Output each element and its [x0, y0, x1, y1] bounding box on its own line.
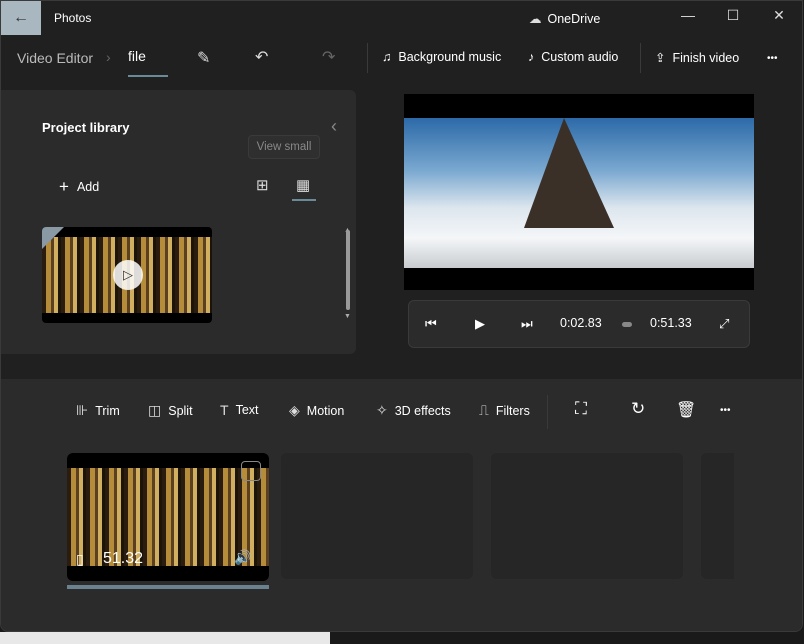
empty-clip-slot [701, 453, 734, 579]
add-label: Add [76, 180, 100, 194]
chevron-right-icon: › [106, 49, 111, 65]
photos-window: ← Photos ☁ OneDrive — ☐ ✕ Video Editor › … [0, 0, 803, 632]
undo-icon[interactable]: ↶ [255, 47, 268, 67]
clip-select-checkbox[interactable] [241, 461, 261, 481]
resize-icon[interactable]: ⛶ [575, 399, 587, 419]
scroll-down-arrow[interactable]: ▼ [344, 313, 351, 320]
view-small-grid-icon[interactable]: ▦ [296, 176, 310, 194]
finish-video-label: Finish video [672, 50, 740, 65]
background-music-button[interactable]: ♫ Background music [382, 50, 501, 64]
project-library-title: Project library [42, 120, 130, 135]
share-icon: ⇪ [655, 51, 666, 65]
filters-brush-icon: ⎍ [479, 402, 489, 418]
view-selected-indicator [292, 199, 316, 201]
collapse-panel-icon[interactable]: ‹ [331, 116, 337, 137]
divider [367, 43, 368, 73]
minimize-button[interactable]: — [665, 7, 711, 23]
onedrive-status[interactable]: ☁ OneDrive [529, 11, 601, 27]
pencil-icon[interactable]: ✎ [197, 48, 210, 68]
play-icon[interactable]: ▷ [113, 260, 143, 290]
more-tools-button[interactable]: ••• [720, 405, 731, 416]
add-button[interactable]: + Add [59, 177, 99, 197]
playback-controls: ⏮ ▶ ⏭ 0:02.83 0:51.33 ⤢ [408, 300, 750, 348]
play-button[interactable]: ▶ [475, 316, 485, 332]
preview-frame-image [404, 118, 754, 268]
breadcrumb-video-editor[interactable]: Video Editor [17, 50, 93, 66]
step-forward-icon[interactable]: ⏭ [521, 316, 533, 332]
command-bar: Video Editor › file ✎ ↶ ↷ ♫ Background mu… [1, 35, 802, 81]
library-clip-thumbnail[interactable]: ▷ [42, 227, 212, 323]
total-time: 0:51.33 [650, 316, 692, 330]
3d-effects-button[interactable]: ✧ 3D effects [376, 402, 451, 419]
motion-label: Motion [306, 403, 345, 418]
music-note-icon: ♫ [382, 50, 392, 64]
seek-slider[interactable] [622, 322, 632, 327]
filters-label: Filters [495, 403, 530, 418]
title-bar: ← Photos ☁ OneDrive — ☐ ✕ [1, 1, 802, 35]
empty-clip-slot [281, 453, 473, 579]
added-corner-marker [42, 227, 64, 249]
onedrive-label: OneDrive [547, 11, 601, 26]
person-audio-icon: ♪ [528, 50, 535, 64]
project-name[interactable]: file [128, 48, 146, 64]
project-library-panel: Project library ‹ View small + Add ⊞ ▦ ▷ … [1, 90, 356, 354]
desktop-background [0, 632, 330, 644]
divider [640, 43, 641, 73]
app-title: Photos [54, 11, 92, 25]
timeline-clip[interactable]: ▯ 51.32 🔊 [67, 453, 269, 581]
trim-label: Trim [95, 403, 120, 418]
3d-effects-icon: ✧ [376, 402, 388, 418]
storyboard-panel: ⊪ Trim ◫ Split T Text ◈ Motion ✧ 3D effects ⎍… [1, 379, 802, 631]
background-music-label: Background music [398, 50, 502, 64]
video-preview[interactable] [404, 94, 754, 290]
close-button[interactable]: ✕ [756, 7, 802, 24]
text-label: Text [235, 403, 259, 417]
cloud-icon: ☁ [529, 12, 542, 26]
more-options-button[interactable]: ••• [767, 53, 778, 64]
text-add-icon: T [220, 402, 229, 418]
split-icon: ◫ [148, 402, 162, 418]
motion-button[interactable]: ◈ Motion [289, 402, 344, 419]
3d-effects-label: 3D effects [394, 403, 451, 418]
clip-selected-indicator [67, 585, 269, 589]
fullscreen-icon[interactable]: ⤢ [719, 316, 729, 332]
divider [547, 395, 548, 429]
split-label: Split [168, 403, 193, 418]
maximize-button[interactable]: ☐ [710, 7, 756, 24]
clip-duration: 51.32 [103, 550, 144, 567]
current-time: 0:02.83 [560, 316, 602, 330]
finish-video-button[interactable]: ⇪ Finish video [655, 50, 740, 66]
step-back-icon[interactable]: ⏮ [425, 316, 437, 332]
view-large-grid-icon[interactable]: ⊞ [256, 176, 269, 194]
rotate-icon[interactable]: ↻ [631, 399, 645, 419]
volume-icon[interactable]: 🔊 [234, 549, 251, 566]
project-name-underline [128, 75, 168, 77]
delete-icon[interactable]: 🗑 [676, 400, 696, 420]
text-button[interactable]: T Text [220, 402, 259, 418]
split-button[interactable]: ◫ Split [148, 402, 193, 419]
custom-audio-button[interactable]: ♪ Custom audio [528, 50, 618, 64]
tooltip: View small [248, 135, 320, 159]
empty-clip-slot [491, 453, 683, 579]
redo-icon[interactable]: ↷ [322, 47, 335, 67]
filmstrip-icon: ▯ [76, 551, 84, 567]
motion-icon: ◈ [289, 402, 300, 418]
trim-icon: ⊪ [76, 402, 89, 418]
back-button[interactable]: ← [1, 1, 41, 35]
plus-icon: + [59, 177, 69, 196]
filters-button[interactable]: ⎍ Filters [479, 402, 530, 419]
trim-button[interactable]: ⊪ Trim [76, 402, 120, 419]
library-scrollbar[interactable] [346, 230, 350, 310]
custom-audio-label: Custom audio [541, 50, 619, 64]
